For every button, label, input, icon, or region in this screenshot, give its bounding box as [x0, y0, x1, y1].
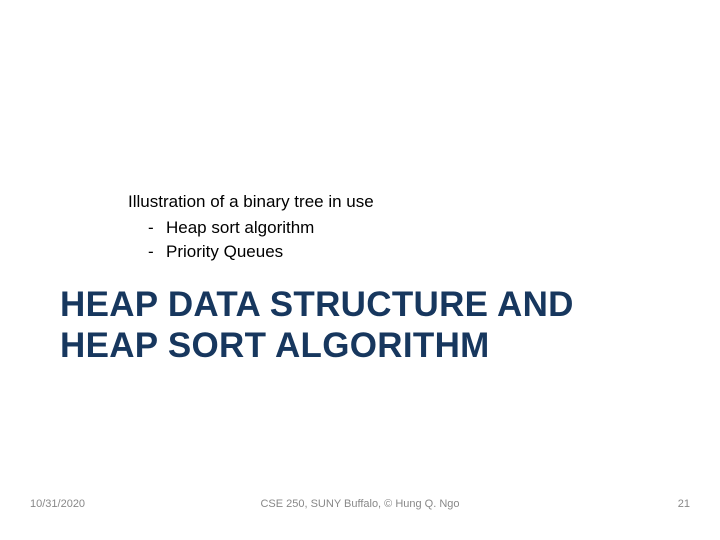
intro-block: Illustration of a binary tree in use Hea…	[128, 190, 648, 263]
list-item: Priority Queues	[148, 240, 648, 264]
intro-text: Illustration of a binary tree in use	[128, 190, 648, 214]
footer-page-number: 21	[678, 498, 690, 510]
bullet-list: Heap sort algorithm Priority Queues	[128, 216, 648, 264]
list-item: Heap sort algorithm	[148, 216, 648, 240]
footer-credit: CSE 250, SUNY Buffalo, © Hung Q. Ngo	[0, 498, 720, 510]
footer: 10/31/2020 CSE 250, SUNY Buffalo, © Hung…	[0, 490, 720, 510]
page-title: HEAP DATA STRUCTURE AND HEAP SORT ALGORI…	[60, 284, 680, 367]
